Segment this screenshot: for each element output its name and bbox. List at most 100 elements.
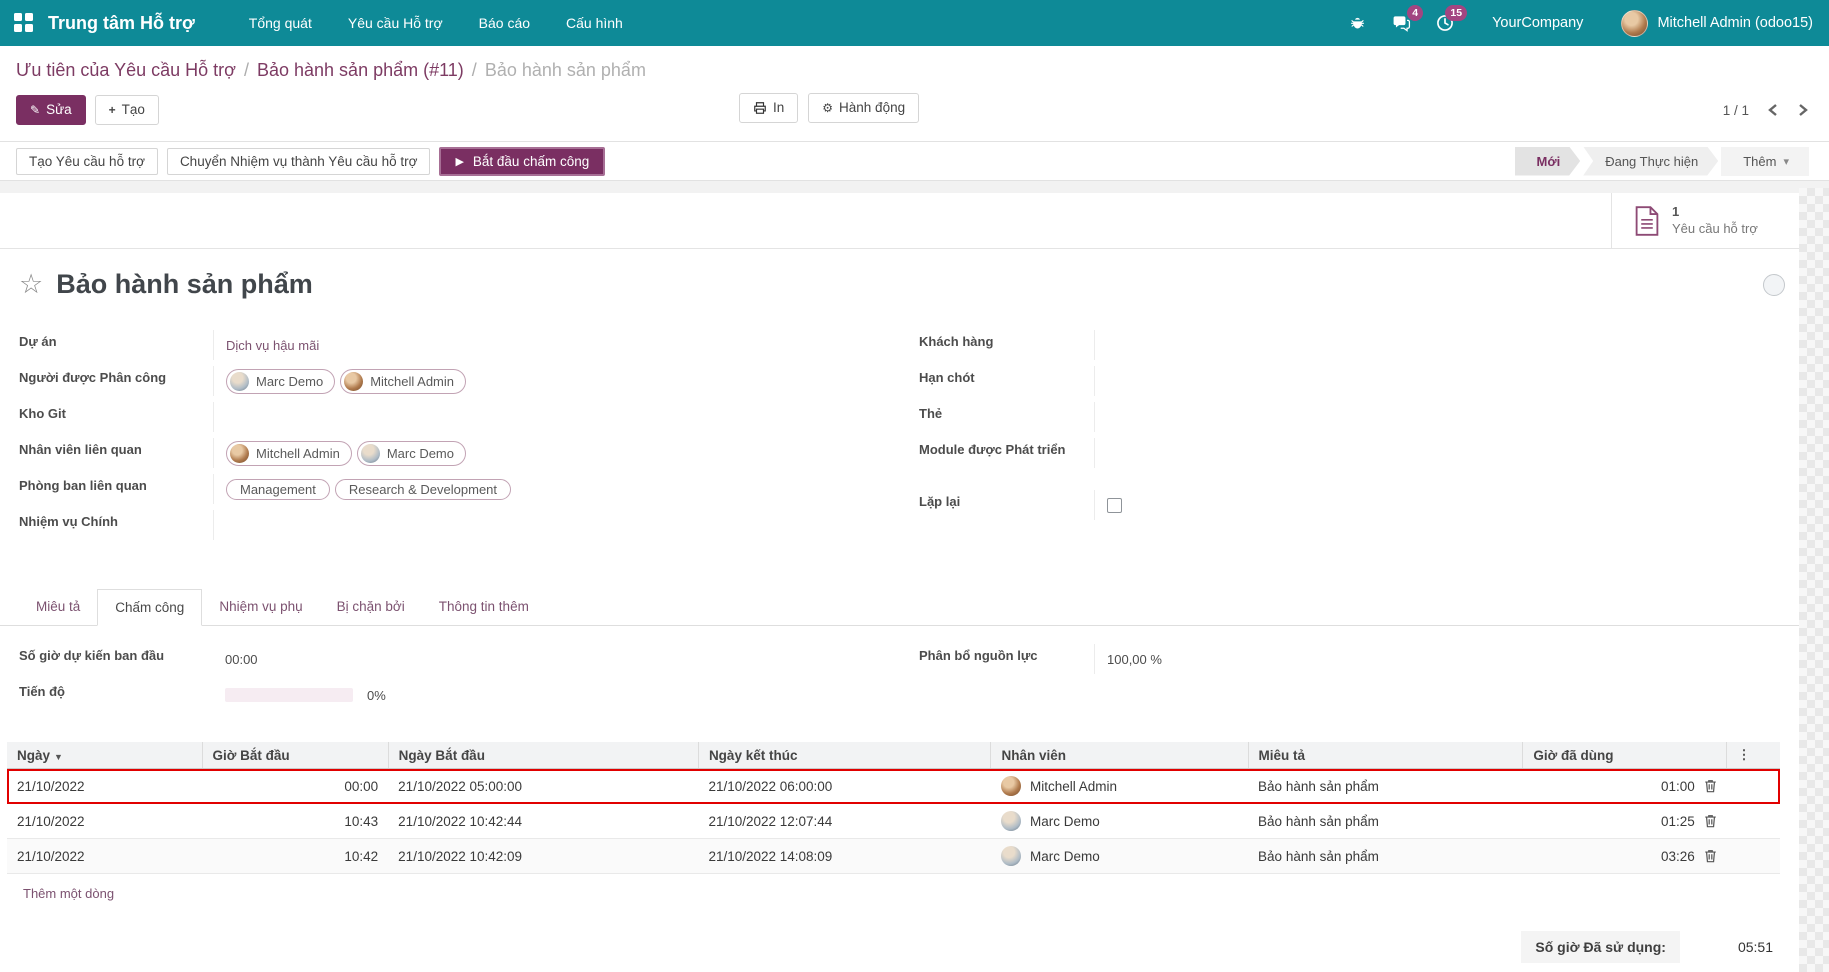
stage-statusbar: Mới Đang Thực hiện Thêm ▾ bbox=[1512, 147, 1809, 176]
timesheet-table: Ngày▼ Giờ Bắt đầu Ngày Bắt đầu Ngày kết … bbox=[7, 742, 1780, 874]
menu-tickets[interactable]: Yêu cầu Hỗ trợ bbox=[334, 2, 457, 44]
field-project: Dự án Dịch vụ hậu mãi bbox=[19, 330, 859, 366]
timesheet-summary: Số giờ dự kiến ban đầu 00:00 Tiến độ 0% … bbox=[19, 644, 1759, 716]
edit-button[interactable]: ✎ Sửa bbox=[16, 95, 86, 125]
kanban-state-circle[interactable] bbox=[1763, 274, 1785, 296]
button-box: 1 Yêu cầu hỗ trợ bbox=[0, 193, 1799, 249]
breadcrumb-link-priorities[interactable]: Ưu tiên của Yêu cầu Hỗ trợ bbox=[16, 60, 236, 81]
page-background-gap bbox=[0, 181, 1829, 193]
messages-badge: 4 bbox=[1407, 5, 1423, 21]
hours-total: Số giờ Đã sử dụng: 05:51 bbox=[0, 931, 1773, 963]
recurrent-checkbox[interactable] bbox=[1107, 498, 1122, 513]
breadcrumb-separator bbox=[244, 60, 249, 81]
employee-tag: Mitchell Admin bbox=[226, 441, 352, 466]
field-related-employees: Nhân viên liên quan Mitchell Admin Marc … bbox=[19, 438, 859, 474]
field-parent-task: Nhiệm vụ Chính bbox=[19, 510, 859, 546]
gear-icon: ⚙ bbox=[822, 101, 833, 115]
activities-clock-icon[interactable]: 15 bbox=[1434, 12, 1456, 34]
stage-in-progress[interactable]: Đang Thực hiện bbox=[1583, 147, 1718, 176]
column-header-date[interactable]: Ngày▼ bbox=[7, 742, 202, 769]
field-deadline: Hạn chót bbox=[919, 366, 1759, 402]
field-tags: Thẻ bbox=[919, 402, 1759, 438]
progress-value: 0% bbox=[367, 688, 386, 703]
planned-hours-value: 00:00 bbox=[225, 652, 258, 667]
tab-extra-info[interactable]: Thông tin thêm bbox=[422, 589, 546, 626]
messages-icon[interactable]: 4 bbox=[1390, 12, 1412, 34]
pager-previous-icon[interactable] bbox=[1767, 103, 1779, 117]
column-header-description[interactable]: Miêu tả bbox=[1248, 742, 1523, 769]
debug-bug-icon[interactable] bbox=[1346, 12, 1368, 34]
breadcrumb-current: Bảo hành sản phẩm bbox=[485, 60, 646, 81]
convert-task-button[interactable]: Chuyển Nhiệm vụ thành Yêu cầu hỗ trợ bbox=[167, 148, 431, 175]
delete-row-icon[interactable] bbox=[1704, 779, 1717, 793]
menu-configuration[interactable]: Cấu hình bbox=[552, 2, 637, 44]
total-label: Số giờ Đã sử dụng: bbox=[1521, 931, 1680, 963]
assignee-tag: Marc Demo bbox=[226, 369, 335, 394]
user-avatar bbox=[1621, 10, 1648, 37]
app-name[interactable]: Trung tâm Hỗ trợ bbox=[48, 13, 195, 34]
tab-subtasks[interactable]: Nhiệm vụ phụ bbox=[202, 589, 319, 626]
column-header-start-time[interactable]: Giờ Bắt đầu bbox=[202, 742, 388, 769]
create-button[interactable]: + Tạo bbox=[95, 95, 159, 125]
avatar bbox=[1001, 811, 1021, 831]
timesheet-row-selected[interactable]: 21/10/2022 00:00 21/10/2022 05:00:00 21/… bbox=[7, 769, 1780, 804]
breadcrumb-link-task[interactable]: Bảo hành sản phẩm (#11) bbox=[257, 60, 464, 81]
delete-row-icon[interactable] bbox=[1704, 814, 1717, 828]
user-menu[interactable]: Mitchell Admin (odoo15) bbox=[1621, 10, 1813, 37]
pager-next-icon[interactable] bbox=[1797, 103, 1809, 117]
plus-icon: + bbox=[109, 103, 116, 117]
form-sheet: 1 Yêu cầu hỗ trợ ☆ Bảo hành sản phẩm Dự … bbox=[0, 193, 1799, 963]
timesheet-row[interactable]: 21/10/2022 10:43 21/10/2022 10:42:44 21/… bbox=[7, 804, 1780, 839]
breadcrumb-separator bbox=[472, 60, 477, 81]
avatar bbox=[361, 444, 380, 463]
column-header-start-datetime[interactable]: Ngày Bắt đầu bbox=[388, 742, 698, 769]
menu-reporting[interactable]: Báo cáo bbox=[465, 2, 544, 44]
field-git-repo: Kho Git bbox=[19, 402, 859, 438]
chevron-down-icon: ▾ bbox=[1783, 155, 1789, 168]
delete-row-icon[interactable] bbox=[1704, 849, 1717, 863]
project-link[interactable]: Dịch vụ hậu mãi bbox=[226, 338, 319, 353]
tab-timesheets[interactable]: Chấm công bbox=[97, 589, 202, 626]
notebook-tabs: Miêu tả Chấm công Nhiệm vụ phụ Bị chặn b… bbox=[0, 588, 1799, 626]
avatar bbox=[230, 444, 249, 463]
field-customer: Khách hàng bbox=[919, 330, 1759, 366]
field-planned-hours: Số giờ dự kiến ban đầu 00:00 bbox=[19, 644, 859, 680]
pager: 1 / 1 bbox=[1723, 103, 1813, 118]
field-assignees: Người được Phân công Marc Demo Mitchell … bbox=[19, 366, 859, 402]
tickets-smart-button[interactable]: 1 Yêu cầu hỗ trợ bbox=[1611, 193, 1799, 248]
employee-tag: Marc Demo bbox=[357, 441, 466, 466]
optional-columns-icon[interactable]: ⋮ bbox=[1737, 747, 1751, 762]
allocation-value: 100,00 % bbox=[1107, 652, 1162, 667]
action-button[interactable]: ⚙ Hành động bbox=[808, 93, 919, 123]
printer-icon bbox=[753, 101, 767, 115]
field-developed-module: Module được Phát triển bbox=[919, 438, 1759, 490]
avatar bbox=[344, 372, 363, 391]
stage-new[interactable]: Mới bbox=[1515, 147, 1581, 176]
company-switcher[interactable]: YourCompany bbox=[1492, 15, 1583, 31]
stage-more[interactable]: Thêm ▾ bbox=[1721, 147, 1809, 176]
control-panel: Ưu tiên của Yêu cầu Hỗ trợ Bảo hành sản … bbox=[0, 46, 1829, 135]
create-ticket-button[interactable]: Tạo Yêu cầu hỗ trợ bbox=[16, 148, 158, 175]
column-header-end-datetime[interactable]: Ngày kết thúc bbox=[698, 742, 991, 769]
tab-description[interactable]: Miêu tả bbox=[19, 589, 97, 626]
menu-overview[interactable]: Tổng quát bbox=[235, 2, 326, 44]
column-header-employee[interactable]: Nhân viên bbox=[991, 742, 1248, 769]
add-row-link[interactable]: Thêm một dòng bbox=[23, 886, 114, 901]
breadcrumb: Ưu tiên của Yêu cầu Hỗ trợ Bảo hành sản … bbox=[16, 60, 1813, 81]
column-header-duration[interactable]: Giờ đã dùng bbox=[1523, 742, 1727, 769]
statusbar: Tạo Yêu cầu hỗ trợ Chuyển Nhiệm vụ thành… bbox=[0, 141, 1829, 181]
user-name: Mitchell Admin (odoo15) bbox=[1657, 15, 1813, 31]
activities-badge: 15 bbox=[1445, 5, 1467, 21]
apps-grid-icon[interactable] bbox=[14, 13, 34, 33]
timesheet-row[interactable]: 21/10/2022 10:42 21/10/2022 10:42:09 21/… bbox=[7, 839, 1780, 874]
screenshot-transparent-edge bbox=[1799, 188, 1829, 972]
field-recurrent: Lặp lại bbox=[919, 490, 1759, 526]
print-button[interactable]: In bbox=[739, 93, 798, 123]
smart-button-label: Yêu cầu hỗ trợ bbox=[1672, 221, 1758, 237]
field-allocation: Phân bổ nguồn lực 100,00 % bbox=[919, 644, 1759, 680]
start-timer-button[interactable]: ▶ Bắt đầu chấm công bbox=[439, 147, 605, 176]
tab-blocked-by[interactable]: Bị chặn bởi bbox=[320, 589, 422, 626]
avatar bbox=[1001, 846, 1021, 866]
play-icon: ▶ bbox=[455, 155, 463, 168]
favorite-star-icon[interactable]: ☆ bbox=[19, 271, 43, 298]
